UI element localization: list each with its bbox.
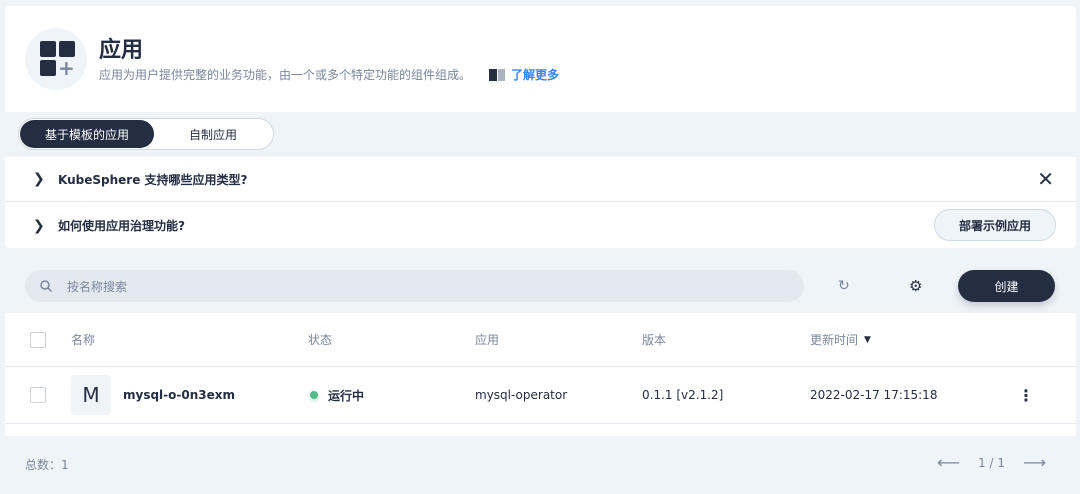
- tab-custom-apps[interactable]: 自制应用: [154, 120, 272, 148]
- tab-switch: 基于模板的应用 自制应用: [18, 118, 274, 150]
- create-button[interactable]: 创建: [958, 270, 1055, 302]
- pagination: ⟵ 1 / 1 ⟶: [937, 453, 1046, 472]
- chevron-right-icon: ❯: [33, 171, 45, 187]
- app-avatar: M: [71, 375, 111, 415]
- status-text: 运行中: [328, 388, 365, 403]
- faq-label: 如何使用应用治理功能?: [58, 219, 185, 233]
- search-placeholder: 按名称搜索: [67, 279, 128, 294]
- page-title: 应用: [99, 38, 144, 63]
- tab-template-apps[interactable]: 基于模板的应用: [20, 120, 154, 148]
- deploy-sample-app-button[interactable]: 部署示例应用: [934, 209, 1056, 241]
- page-indicator: 1 / 1: [978, 455, 1006, 470]
- app-name-link[interactable]: mysql-o-0n3exm: [123, 388, 235, 402]
- more-vertical-icon[interactable]: ⋮: [1018, 386, 1034, 405]
- learn-more-link[interactable]: 了解更多: [489, 66, 559, 83]
- gear-icon[interactable]: ⚙: [909, 277, 925, 295]
- app-intro-card: + 应用 应用为用户提供完整的业务功能，由一个或多个特定功能的组件组成。 了解更…: [5, 6, 1076, 248]
- select-all-checkbox[interactable]: [30, 331, 46, 348]
- column-name[interactable]: 名称: [71, 313, 95, 366]
- total-count: 总数：1: [25, 458, 69, 472]
- app-list-card: 按名称搜索 ↻ ⚙ 创建 名称 状态 应用 版本 更新时间 ▼ M mysql-…: [5, 260, 1076, 490]
- table-header: 名称 状态 应用 版本 更新时间 ▼: [5, 313, 1076, 367]
- column-app[interactable]: 应用: [475, 313, 499, 366]
- sort-down-icon[interactable]: ▼: [864, 335, 871, 345]
- app-version: 0.1.1 [v2.1.2]: [642, 388, 724, 402]
- book-icon: [489, 68, 505, 81]
- page-description: 应用为用户提供完整的业务功能，由一个或多个特定功能的组件组成。: [99, 68, 472, 82]
- status-dot-icon: [310, 391, 318, 399]
- next-page-icon[interactable]: ⟶: [1023, 453, 1046, 472]
- faq-item-app-governance[interactable]: ❯ 如何使用应用治理功能? 部署示例应用: [5, 203, 1076, 248]
- row-checkbox[interactable]: [30, 387, 46, 403]
- toolbar: 按名称搜索 ↻ ⚙ 创建: [5, 260, 1076, 313]
- prev-page-icon[interactable]: ⟵: [937, 453, 960, 472]
- refresh-icon[interactable]: ↻: [838, 278, 854, 294]
- chevron-right-icon: ❯: [33, 217, 45, 234]
- faq-label: KubeSphere 支持哪些应用类型?: [58, 172, 248, 187]
- updated-time: 2022-02-17 17:15:18: [810, 388, 938, 402]
- table-row[interactable]: M mysql-o-0n3exm 运行中 mysql-operator 0.1.…: [5, 367, 1076, 424]
- column-version[interactable]: 版本: [642, 313, 666, 366]
- column-status[interactable]: 状态: [308, 313, 332, 366]
- column-updated-label: 更新时间: [810, 333, 859, 347]
- apps-logo-icon: +: [25, 28, 87, 90]
- learn-more-label: 了解更多: [511, 68, 560, 82]
- page-header: + 应用 应用为用户提供完整的业务功能，由一个或多个特定功能的组件组成。 了解更…: [5, 6, 1076, 112]
- search-icon: [40, 280, 53, 293]
- faq-item-app-types[interactable]: ❯ KubeSphere 支持哪些应用类型? ✕: [5, 157, 1076, 202]
- close-icon[interactable]: ✕: [1037, 167, 1054, 191]
- column-updated[interactable]: 更新时间 ▼: [810, 313, 871, 366]
- table-footer: 总数：1 ⟵ 1 / 1 ⟶: [5, 436, 1076, 490]
- search-input[interactable]: 按名称搜索: [25, 270, 804, 302]
- app-template: mysql-operator: [475, 388, 568, 402]
- tab-bar: 基于模板的应用 自制应用: [5, 112, 1076, 157]
